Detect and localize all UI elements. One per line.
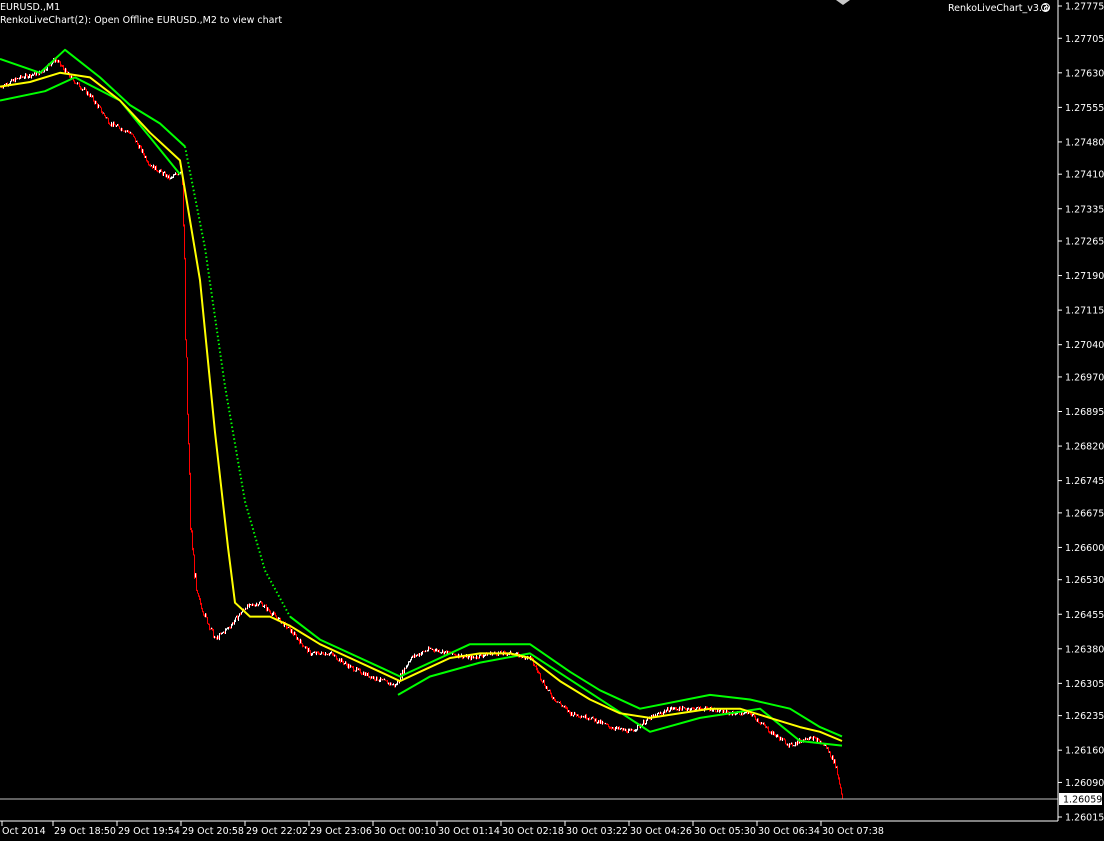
price-tick-label: 1.26675 bbox=[1065, 508, 1104, 519]
price-tick-label: 1.27265 bbox=[1065, 237, 1104, 248]
price-tick-label: 1.27410 bbox=[1065, 170, 1104, 181]
time-tick-label: 30 Oct 04:26 bbox=[630, 826, 692, 837]
time-tick-label: 29 Oct 20:58 bbox=[182, 826, 244, 837]
time-tick-label: 30 Oct 03:22 bbox=[566, 826, 628, 837]
price-tick-label: 1.27040 bbox=[1065, 340, 1104, 351]
price-tick-label: 1.27335 bbox=[1065, 204, 1104, 215]
time-axis: Oct 2014 29 Oct 18:50 29 Oct 19:54 29 Oct 2… bbox=[1, 821, 884, 837]
price-tick-label: 1.26530 bbox=[1065, 575, 1104, 586]
price-tick-label: 1.26820 bbox=[1065, 442, 1104, 453]
upper-band-line bbox=[0, 48, 186, 148]
price-tick-label: 1.26090 bbox=[1065, 778, 1104, 789]
chart-window[interactable]: 1.27775 1.27705 1.27630 1.27555 1.27480 1.274… bbox=[0, 0, 1104, 841]
price-tick-label: 1.26970 bbox=[1065, 372, 1104, 383]
price-tick-label: 1.26235 bbox=[1065, 711, 1104, 722]
time-tick-label: 30 Oct 00:10 bbox=[374, 826, 436, 837]
current-price-text: 1.26059 bbox=[1063, 795, 1102, 806]
price-tick-label: 1.26455 bbox=[1065, 610, 1104, 621]
price-tick-label: 1.27555 bbox=[1065, 103, 1104, 114]
price-tick-label: 1.27115 bbox=[1065, 306, 1104, 317]
time-tick-label: 29 Oct 23:06 bbox=[310, 826, 372, 837]
price-tick-label: 1.27775 bbox=[1065, 2, 1104, 13]
symbol-label: EURUSD.,M1 bbox=[0, 2, 61, 13]
price-tick-label: 1.26745 bbox=[1065, 476, 1104, 487]
chevron-down-icon[interactable] bbox=[836, 0, 850, 5]
time-tick-label: 30 Oct 06:34 bbox=[758, 826, 820, 837]
time-tick-label: Oct 2014 bbox=[2, 826, 46, 837]
indicator-info-label: RenkoLiveChart(2): Open Offline EURUSD.,… bbox=[0, 15, 283, 26]
gear-icon[interactable] bbox=[1041, 3, 1050, 12]
price-tick-label: 1.26895 bbox=[1065, 407, 1104, 418]
price-axis: 1.27775 1.27705 1.27630 1.27555 1.27480 1.274… bbox=[1058, 2, 1104, 824]
chart-series-layer bbox=[0, 48, 843, 799]
price-chart[interactable]: 1.27775 1.27705 1.27630 1.27555 1.27480 1.274… bbox=[0, 0, 1104, 841]
price-tick-label: 1.26305 bbox=[1065, 679, 1104, 690]
price-tick-label: 1.27480 bbox=[1065, 137, 1104, 148]
time-tick-label: 30 Oct 05:30 bbox=[694, 826, 756, 837]
price-tick-label: 1.26600 bbox=[1065, 543, 1104, 554]
price-tick-label: 1.26015 bbox=[1065, 813, 1104, 824]
time-tick-label: 30 Oct 02:18 bbox=[502, 826, 564, 837]
time-tick-label: 30 Oct 01:14 bbox=[438, 826, 500, 837]
price-tick-label: 1.27705 bbox=[1065, 34, 1104, 45]
time-tick-label: 30 Oct 07:38 bbox=[822, 826, 884, 837]
upper-band-dotted-line bbox=[184, 146, 291, 618]
price-tick-label: 1.26160 bbox=[1065, 746, 1104, 757]
time-tick-label: 29 Oct 18:50 bbox=[54, 826, 116, 837]
time-tick-label: 29 Oct 19:54 bbox=[118, 826, 180, 837]
price-tick-label: 1.27630 bbox=[1065, 68, 1104, 79]
indicator-name-label[interactable]: RenkoLiveChart_v3.3 bbox=[948, 3, 1048, 14]
price-tick-label: 1.27190 bbox=[1065, 271, 1104, 282]
time-tick-label: 29 Oct 22:02 bbox=[246, 826, 308, 837]
moving-average-line bbox=[0, 71, 843, 742]
price-tick-label: 1.26380 bbox=[1065, 644, 1104, 655]
current-price-label: 1.26059 bbox=[1059, 793, 1102, 806]
lower-band-line bbox=[0, 76, 181, 175]
